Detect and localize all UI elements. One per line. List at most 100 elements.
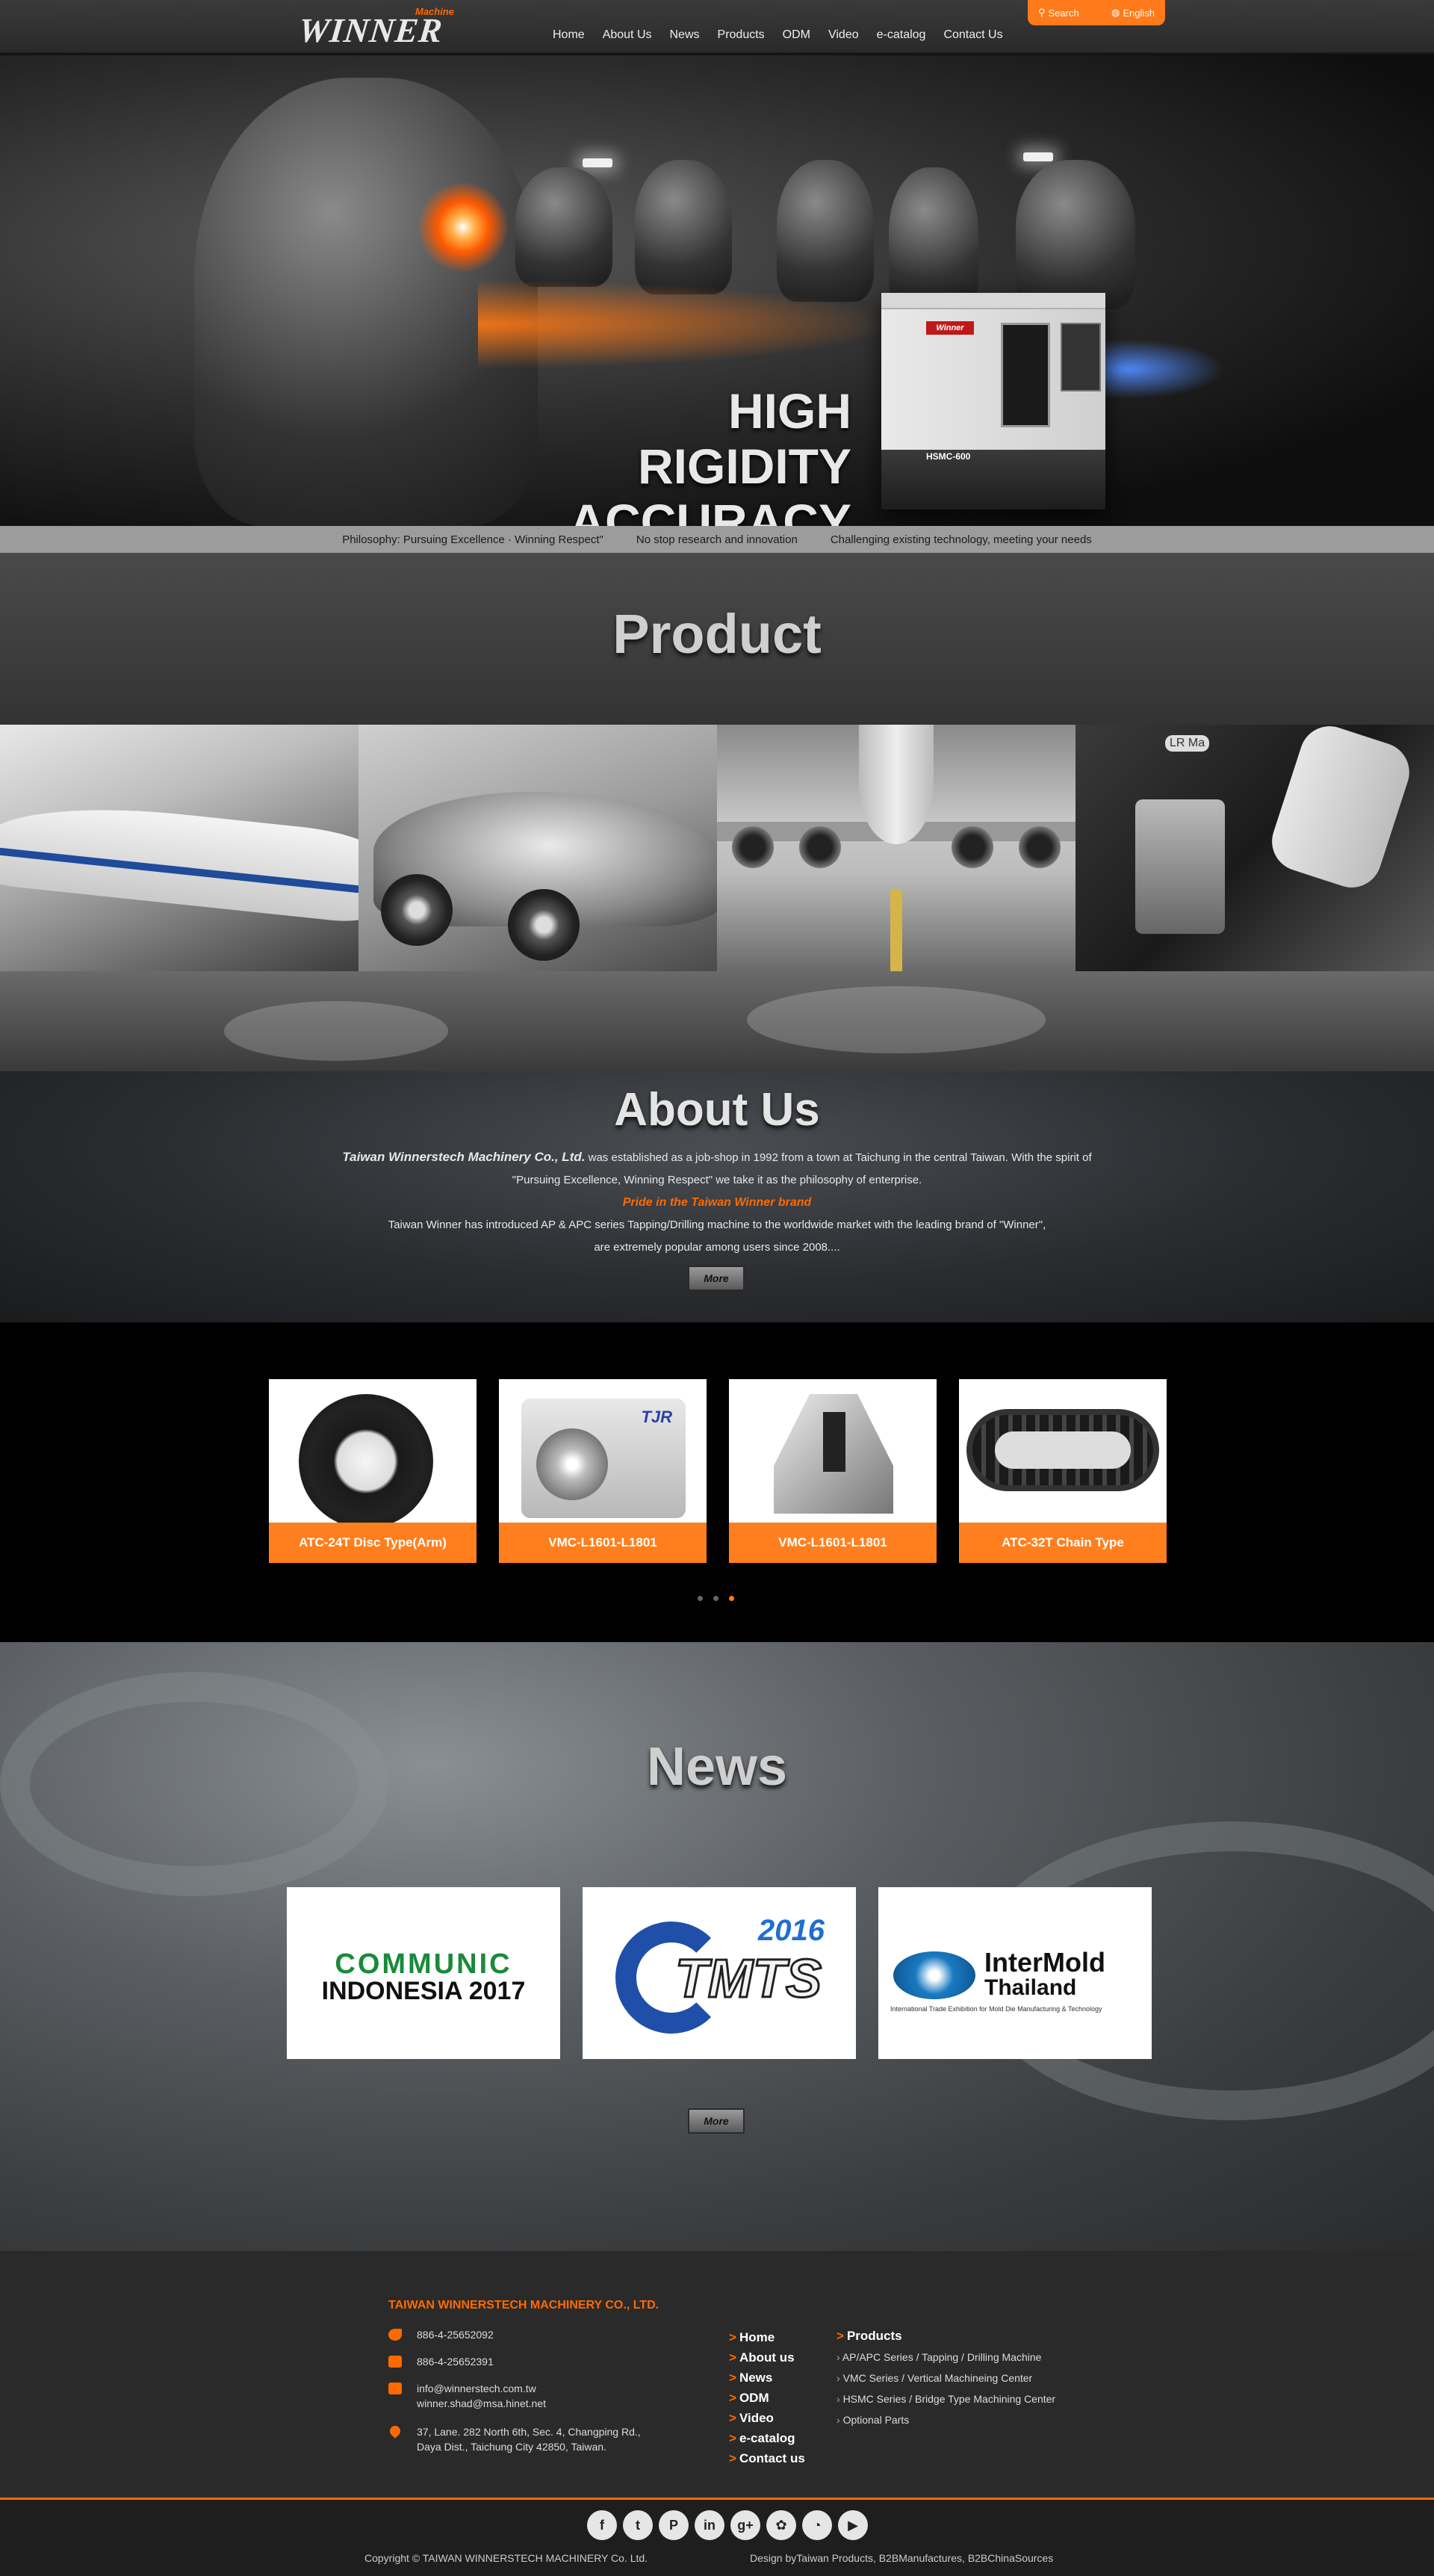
car-tile[interactable] xyxy=(358,725,717,971)
about-more-button[interactable]: More xyxy=(688,1266,745,1291)
product-image: TJR xyxy=(499,1379,707,1523)
nav-home[interactable]: Home xyxy=(544,28,594,42)
tjr-logo: TJR xyxy=(641,1408,672,1426)
language-button[interactable]: ◍ English xyxy=(1111,7,1155,19)
youtube-icon[interactable]: ▶ xyxy=(838,2510,868,2540)
footer-email: info@winnerstech.com.tw winner.shad@msa.h… xyxy=(388,2381,641,2411)
product-card[interactable]: ATC-32T Chain Type xyxy=(959,1379,1167,1563)
product-image xyxy=(729,1379,937,1523)
footer-contact: 886-4-25652092 886-4-25652391 info@winne… xyxy=(388,2327,641,2465)
email-link-2[interactable]: winner.shad@msa.hinet.net xyxy=(417,2396,641,2411)
news-card-intermold[interactable]: InterMold Thailand International Trade E… xyxy=(878,1887,1152,2059)
product-card[interactable]: TJR VMC-L1601-L1801 xyxy=(499,1379,707,1563)
product-caption: VMC-L1601-L1801 xyxy=(729,1523,937,1563)
sharing-icon[interactable]: ✿ xyxy=(766,2510,796,2540)
lineman-image xyxy=(1016,160,1135,309)
product-image xyxy=(269,1379,477,1523)
main-nav: Home About Us News Products ODM Video e-… xyxy=(544,28,1012,42)
lineman-image xyxy=(635,160,732,294)
about-line-3: Taiwan Winner has introduced AP & APC se… xyxy=(388,1219,1046,1231)
globe-icon: ◍ xyxy=(1111,7,1120,18)
footer-nav: > Home > About us > News > ODM > Video > e-cat… xyxy=(729,2327,805,2468)
email-link-1[interactable]: info@winnerstech.com.tw xyxy=(417,2381,641,2396)
news-card-tmts[interactable]: TMTS 2016 xyxy=(583,1887,856,2059)
plane-engine xyxy=(1019,826,1061,868)
footer-product-link[interactable]: Optional Parts xyxy=(836,2409,1055,2430)
language-label: English xyxy=(1123,7,1155,19)
product-card-list: ATC-24T Disc Type(Arm) TJR VMC-L1601-L18… xyxy=(269,1379,1167,1563)
carousel-dot[interactable] xyxy=(713,1596,718,1601)
facebook-icon[interactable]: f xyxy=(587,2510,617,2540)
phone-icon xyxy=(388,2329,402,2341)
about-pride: Pride in the Taiwan Winner brand xyxy=(622,1196,812,1209)
footer-nav-odm[interactable]: > ODM xyxy=(729,2388,805,2408)
about-title: About Us xyxy=(614,1084,820,1136)
plane-engine xyxy=(952,826,993,868)
robot-gripper xyxy=(1135,799,1225,934)
footer-product-link[interactable]: VMC Series / Vertical Machineing Center xyxy=(836,2368,1055,2388)
google-plus-icon[interactable]: g+ xyxy=(730,2510,760,2540)
nav-products[interactable]: Products xyxy=(709,28,774,42)
phone-text: 886-4-25652092 xyxy=(417,2329,494,2341)
footer-nav-e-catalog[interactable]: > e-catalog xyxy=(729,2428,805,2448)
train-tile[interactable] xyxy=(0,725,358,971)
product-title: Product xyxy=(612,603,822,665)
disc-magazine xyxy=(299,1394,433,1523)
communic-line-2: INDONESIA 2017 xyxy=(321,1977,526,2005)
robot-arm xyxy=(1264,725,1418,896)
news-card-communic[interactable]: COMMUNIC INDONESIA 2017 xyxy=(287,1887,560,2059)
nav-news[interactable]: News xyxy=(661,28,709,42)
pinterest-icon[interactable]: P xyxy=(659,2510,689,2540)
news-more-button[interactable]: More xyxy=(688,2108,745,2134)
robot-tile[interactable]: LR Ma xyxy=(1076,725,1434,971)
nav-contact-us[interactable]: Contact Us xyxy=(934,28,1011,42)
communic-line-1: COMMUNIC xyxy=(335,1948,512,1980)
footer-product-link[interactable]: HSMC Series / Bridge Type Machining Cent… xyxy=(836,2388,1056,2409)
email-icon xyxy=(388,2383,402,2394)
search-label: Search xyxy=(1048,7,1079,19)
chain-inner xyxy=(995,1431,1131,1469)
footer-fax: 886-4-25652391 xyxy=(388,2354,641,2369)
philosophy-item: Philosophy: Pursuing Excellence · Winnin… xyxy=(342,533,603,546)
car-wheel xyxy=(508,889,580,961)
airplane-tile[interactable] xyxy=(717,725,1076,971)
top-tools: ⚲ Search ◍ English xyxy=(1028,0,1165,25)
nav-odm[interactable]: ODM xyxy=(774,28,819,42)
footer-nav-news[interactable]: > News xyxy=(729,2368,805,2388)
footer-company: TAIWAN WINNERSTECH MACHINERY CO., LTD. xyxy=(388,2299,659,2312)
footer-products-head[interactable]: > Products xyxy=(836,2326,1055,2347)
blog-icon[interactable]: ◔ xyxy=(802,2510,832,2540)
plane-fuselage xyxy=(859,725,934,844)
footer-nav-contact[interactable]: > Contact us xyxy=(729,2448,805,2468)
rotary-face xyxy=(536,1428,608,1500)
winner-logo[interactable]: Machine WINNER xyxy=(297,4,456,49)
lineman-image xyxy=(889,167,978,309)
philosophy-item: No stop research and innovation xyxy=(636,533,798,546)
car-wheel xyxy=(381,874,453,946)
product-carousel: ATC-24T Disc Type(Arm) TJR VMC-L1601-L18… xyxy=(0,1322,1434,1642)
linkedin-icon[interactable]: in xyxy=(695,2510,724,2540)
nav-e-catalog[interactable]: e-catalog xyxy=(868,28,935,42)
carousel-dot[interactable] xyxy=(729,1596,734,1601)
philosophy-item: Challenging existing technology, meeting… xyxy=(830,533,1092,546)
industry-tiles: LR Ma xyxy=(0,725,1434,971)
footer-nav-about[interactable]: > About us xyxy=(729,2347,805,2368)
footer-nav-video[interactable]: > Video xyxy=(729,2408,805,2428)
product-card[interactable]: VMC-L1601-L1801 xyxy=(729,1379,937,1563)
nav-about-us[interactable]: About Us xyxy=(594,28,661,42)
nav-video[interactable]: Video xyxy=(819,28,868,42)
splash-blob xyxy=(747,986,1046,1053)
search-button[interactable]: ⚲ Search xyxy=(1038,7,1079,19)
stadium-light xyxy=(583,158,612,167)
footer-nav-home[interactable]: > Home xyxy=(729,2327,805,2347)
news-section: News COMMUNIC INDONESIA 2017 TMTS 2016 I… xyxy=(0,1642,1434,2251)
carousel-dot[interactable] xyxy=(698,1596,703,1601)
product-caption: VMC-L1601-L1801 xyxy=(499,1523,707,1563)
footer-product-link[interactable]: AP/APC Series / Tapping / Drilling Machi… xyxy=(836,2347,1055,2368)
about-line-1: Taiwan Winnerstech Machinery Co., Ltd. w… xyxy=(0,1146,1434,1169)
chain-magazine xyxy=(966,1409,1159,1491)
fax-text: 886-4-25652391 xyxy=(417,2356,494,2368)
globe-icon xyxy=(893,1951,975,1999)
twitter-icon[interactable]: t xyxy=(623,2510,653,2540)
product-card[interactable]: ATC-24T Disc Type(Arm) xyxy=(269,1379,477,1563)
